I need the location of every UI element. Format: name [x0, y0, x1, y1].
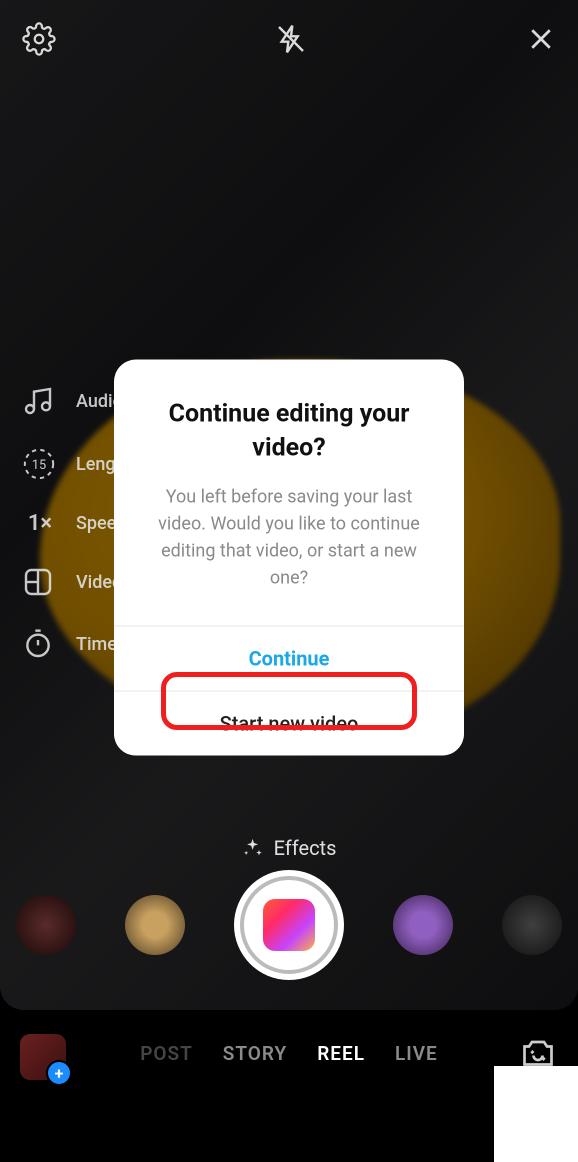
reels-icon [263, 899, 315, 951]
start-new-video-button[interactable]: Start new video [114, 690, 464, 755]
bottom-bar: POST STORY REEL LIVE [0, 1010, 578, 1162]
effect-thumbnails [0, 870, 578, 980]
overlay-patch [494, 1066, 578, 1162]
effect-thumb[interactable] [125, 895, 185, 955]
layout-icon [22, 566, 58, 598]
speed-icon: 1× [22, 511, 58, 536]
sparkle-icon [242, 837, 264, 859]
effects-label: Effects [274, 836, 337, 860]
flash-off-icon[interactable] [275, 23, 307, 55]
capture-button[interactable] [234, 870, 344, 980]
continue-editing-dialog: Continue editing your video? You left be… [114, 360, 464, 756]
effect-thumb[interactable] [393, 895, 453, 955]
music-icon [22, 385, 58, 417]
mode-reel[interactable]: REEL [317, 1042, 365, 1065]
settings-icon[interactable] [22, 22, 56, 56]
effect-thumb[interactable] [502, 895, 562, 955]
effects-button[interactable]: Effects [242, 836, 337, 860]
mode-strip[interactable]: POST STORY REEL LIVE [0, 1042, 578, 1065]
effect-thumb[interactable] [16, 895, 76, 955]
timer-15-icon: 15 [22, 447, 58, 481]
close-icon[interactable] [526, 24, 556, 54]
svg-text:15: 15 [32, 458, 46, 473]
top-bar [0, 14, 578, 64]
continue-button[interactable]: Continue [114, 625, 464, 690]
mode-live[interactable]: LIVE [395, 1042, 438, 1065]
dialog-title: Continue editing your video? [114, 360, 464, 466]
gallery-button[interactable] [20, 1034, 66, 1080]
mode-post[interactable]: POST [140, 1042, 193, 1065]
mode-story[interactable]: STORY [223, 1042, 287, 1065]
dialog-body: You left before saving your last video. … [114, 465, 464, 625]
stopwatch-icon [22, 628, 58, 660]
